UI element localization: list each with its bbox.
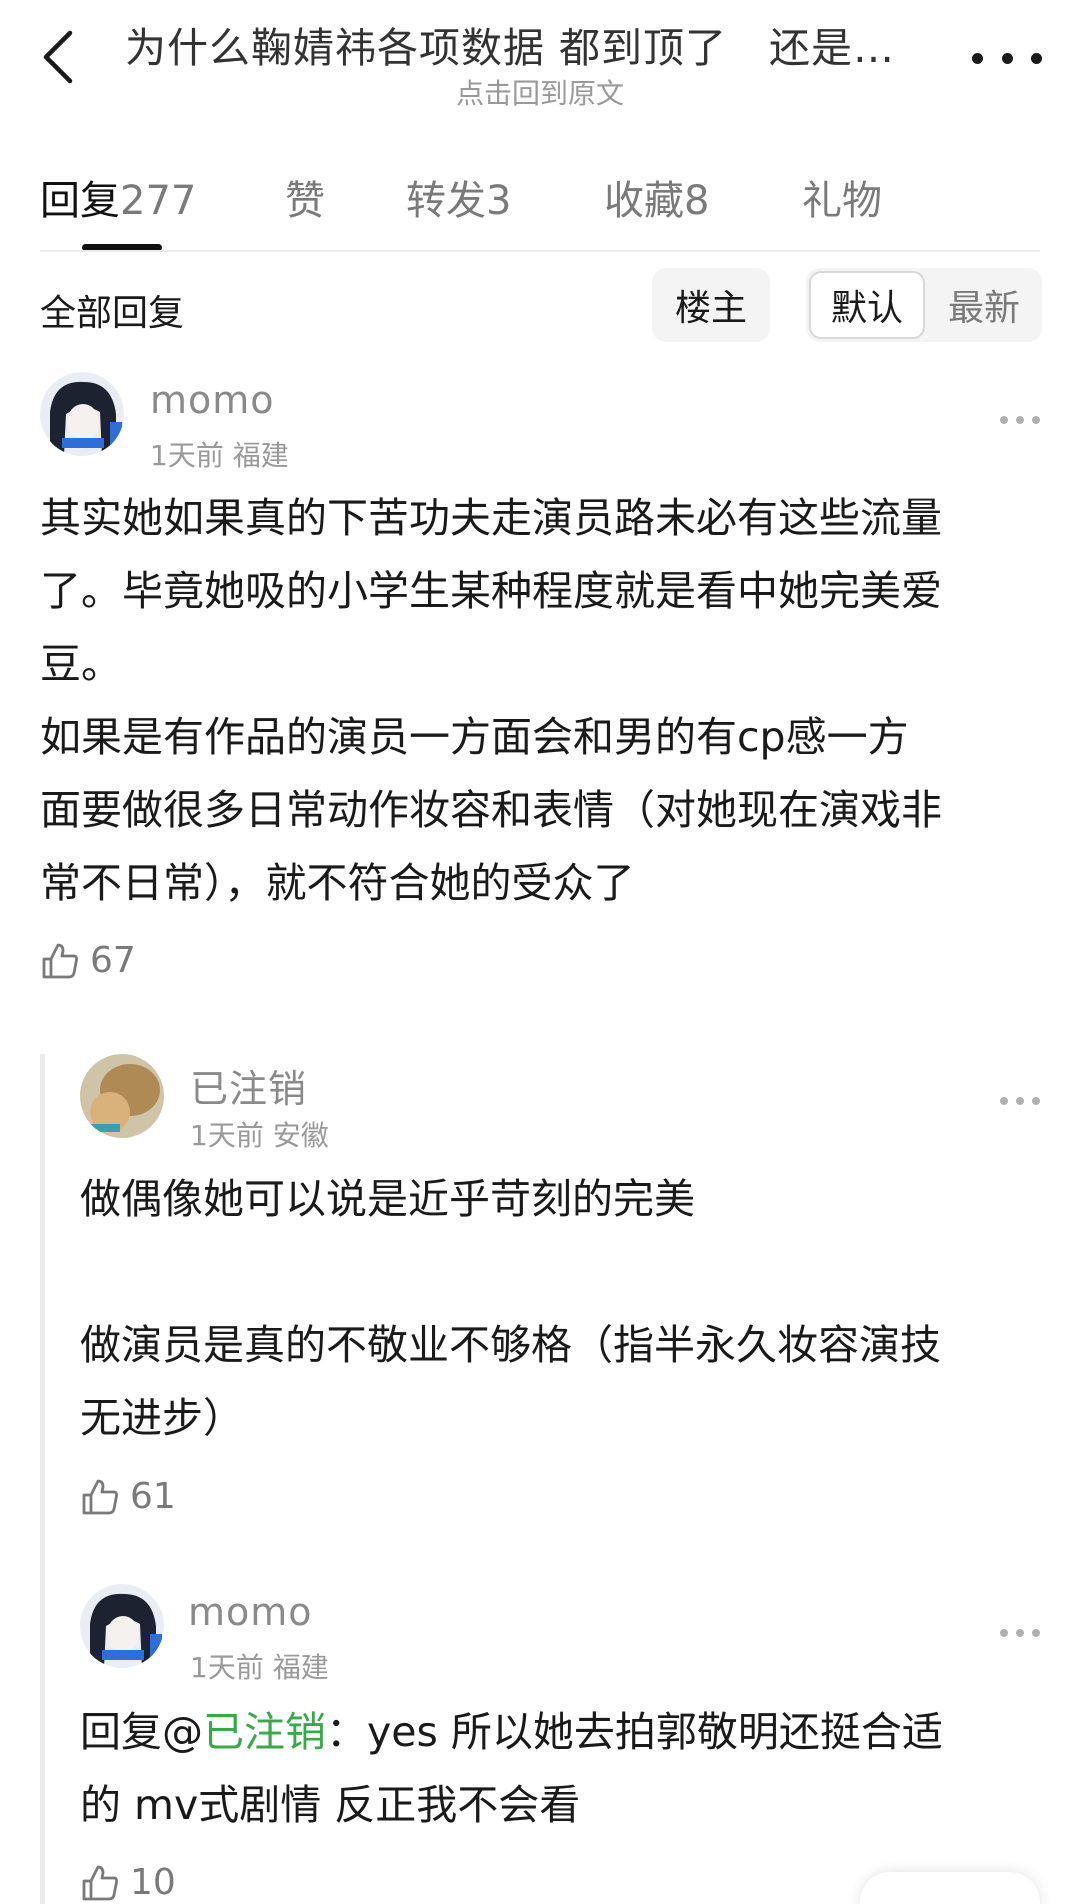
more-horizontal-icon: [972, 52, 983, 64]
comment-meta: 1天前 福建: [190, 1646, 329, 1686]
more-dots-icon: [1000, 1097, 1008, 1105]
top-bar: 为什么鞠婧祎各项数据 都到顶了 还是… 点击回到原文: [0, 0, 1080, 120]
avatar[interactable]: [40, 372, 124, 456]
thumbs-up-icon: [42, 943, 78, 978]
like-count: 10: [130, 1862, 176, 1903]
like-button[interactable]: 61: [80, 1476, 176, 1517]
comment-body: 做偶像她可以说是近乎苛刻的完美 做演员是真的不敬业不够格（指半永久妆容演技 无进…: [80, 1163, 1050, 1455]
more-dots-icon: [1000, 416, 1008, 424]
tab-likes-label: 赞: [285, 178, 325, 224]
comment-location: 福建: [232, 439, 289, 472]
comment-more-button[interactable]: [1000, 1628, 1040, 1638]
mention-link[interactable]: 已注销: [203, 1708, 326, 1756]
host-only-button[interactable]: 楼主: [652, 268, 770, 342]
comment-line: 的 mv式剧情 反正我不会看: [80, 1781, 581, 1829]
tab-gifts[interactable]: 礼物: [802, 168, 882, 226]
comment-location: 安徽: [272, 1119, 329, 1152]
thumbs-up-icon: [82, 1479, 118, 1514]
comment-location: 福建: [272, 1651, 329, 1684]
username[interactable]: momo: [150, 378, 275, 422]
comment-more-button[interactable]: [1000, 415, 1040, 425]
tab-reposts[interactable]: 转发3: [406, 168, 511, 226]
more-dot: [1001, 52, 1013, 64]
dot: [1016, 416, 1024, 424]
all-replies-label: 全部回复: [40, 293, 185, 334]
avatar-image: [80, 1054, 164, 1138]
reply-thread-line: [40, 1054, 45, 1904]
comment-line: 做演员是真的不敬业不够格（指半永久妆容演技: [80, 1321, 941, 1369]
comment-body: 回复@已注销：yes 所以她去拍郭敬明还挺合适 的 mv式剧情 反正我不会看: [80, 1696, 1050, 1842]
like-button[interactable]: 10: [80, 1862, 176, 1903]
more-dot: [1031, 52, 1042, 64]
reply-filter-bar: 全部回复 楼主 默认 最新: [0, 262, 1080, 348]
tab-reposts-count: 3: [486, 178, 512, 224]
dot: [1016, 1097, 1024, 1105]
comment-time: 1天前: [190, 1651, 264, 1684]
dot: [1032, 416, 1040, 424]
like-count: 61: [130, 1476, 176, 1517]
sort-toggle: 默认 最新: [806, 268, 1042, 342]
comment-line: 回复@已注销：yes 所以她去拍郭敬明还挺合适: [80, 1696, 1050, 1769]
tab-favorites-label: 收藏: [604, 178, 684, 224]
interaction-tabs: 回复277 赞 转发3 收藏8 礼物: [0, 160, 1080, 252]
dot: [1032, 1629, 1040, 1637]
like-button[interactable]: 67: [40, 940, 136, 981]
comment-line: 如果是有作品的演员一方面会和男的有cp感一方: [40, 713, 909, 761]
sort-default-button[interactable]: 默认: [809, 271, 925, 339]
username[interactable]: momo: [188, 1590, 313, 1634]
comment-line: 做偶像她可以说是近乎苛刻的完美: [80, 1175, 695, 1223]
avatar-image: [80, 1584, 164, 1668]
tab-replies[interactable]: 回复277: [40, 168, 196, 226]
back-to-original-link[interactable]: 点击回到原文: [0, 72, 1080, 112]
tab-gifts-label: 礼物: [802, 178, 882, 224]
tab-favorites-count: 8: [684, 178, 710, 224]
avatar[interactable]: [80, 1054, 164, 1138]
comment-meta: 1天前 福建: [150, 434, 289, 474]
reply-text: ：yes 所以她去拍郭敬明还挺合适: [326, 1708, 943, 1756]
sort-newest-button[interactable]: 最新: [930, 271, 1038, 339]
comment-line: 常不日常），就不符合她的受众了: [40, 859, 635, 907]
like-count: 67: [90, 940, 136, 981]
tab-reposts-label: 转发: [406, 178, 486, 224]
dot: [1016, 1629, 1024, 1637]
avatar[interactable]: [80, 1584, 164, 1668]
comment-line: 面要做很多日常动作妆容和表情（对她现在演戏非: [40, 786, 942, 834]
divider: [40, 250, 1040, 252]
tab-replies-label: 回复: [40, 178, 120, 224]
tab-favorites[interactable]: 收藏8: [604, 168, 709, 226]
tab-replies-count: 277: [120, 178, 197, 224]
floating-action-button[interactable]: [860, 1872, 1040, 1904]
comment-more-button[interactable]: [1000, 1096, 1040, 1106]
comment-time: 1天前: [190, 1119, 264, 1152]
username[interactable]: 已注销: [190, 1058, 307, 1113]
thumbs-up-icon: [82, 1865, 118, 1900]
comment-body: 其实她如果真的下苦功夫走演员路未必有这些流量 了。毕竟她吸的小学生某种程度就是看…: [40, 482, 1050, 920]
more-dots-icon: [1000, 1629, 1008, 1637]
reply-prefix: 回复@: [80, 1708, 203, 1756]
post-title[interactable]: 为什么鞠婧祎各项数据 都到顶了 还是…: [125, 14, 945, 74]
comment-time: 1天前: [150, 439, 224, 472]
comment-meta: 1天前 安徽: [190, 1114, 329, 1154]
tab-likes[interactable]: 赞: [285, 168, 325, 226]
more-options-button[interactable]: [972, 38, 1042, 78]
comment-line: 其实她如果真的下苦功夫走演员路未必有这些流量: [40, 494, 942, 542]
comment-line: 无进步）: [80, 1394, 244, 1442]
comment-line: 豆。: [40, 640, 122, 688]
comment-line: 了。毕竟她吸的小学生某种程度就是看中她完美爱: [40, 567, 942, 615]
dot: [1032, 1097, 1040, 1105]
avatar-image: [40, 372, 124, 456]
